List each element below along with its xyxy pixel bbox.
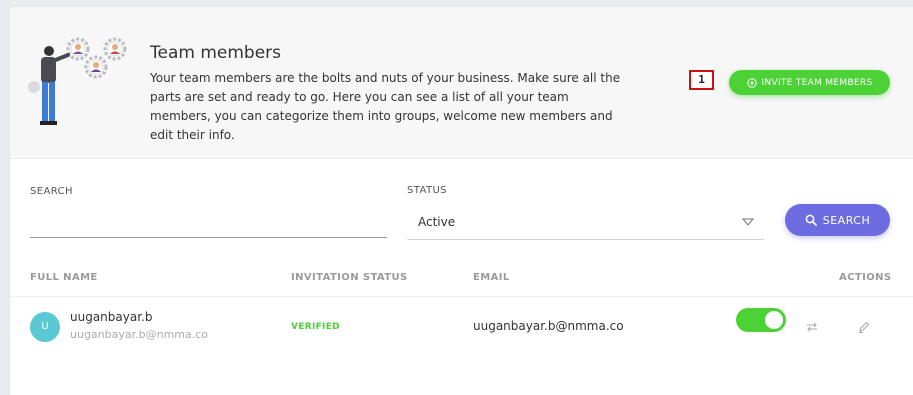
column-header-actions: ACTIONS — [839, 272, 892, 283]
invite-button-label: INVITE TEAM MEMBERS — [761, 77, 873, 88]
member-username: uuganbayar.b@nmma.co — [70, 328, 209, 341]
team-members-card: Team members Your team members are the b… — [9, 6, 913, 395]
page-description: Your team members are the bolts and nuts… — [150, 71, 621, 142]
search-label: SEARCH — [30, 186, 73, 197]
table-header-divider — [10, 296, 913, 297]
search-button-label: SEARCH — [822, 213, 871, 227]
avatar: U — [30, 312, 60, 342]
magnifier-icon — [805, 214, 817, 226]
search-button[interactable]: SEARCH — [785, 204, 890, 236]
edit-pencil-icon[interactable] — [857, 320, 871, 334]
plus-circle-icon — [746, 77, 757, 88]
search-input[interactable] — [30, 205, 387, 237]
toggle-knob — [765, 311, 783, 329]
status-label: STATUS — [407, 185, 447, 196]
status-select[interactable]: Active — [407, 208, 764, 240]
team-members-banner: Team members Your team members are the b… — [10, 7, 913, 159]
caret-down-icon — [742, 218, 754, 226]
active-toggle[interactable] — [736, 308, 786, 332]
step-number-badge: 1 — [689, 70, 714, 90]
team-illustration — [28, 37, 127, 125]
status-selected-value: Active — [418, 215, 456, 229]
search-input-underline — [30, 237, 387, 238]
column-header-full-name: FULL NAME — [30, 272, 98, 283]
column-header-email: EMAIL — [473, 272, 510, 283]
member-name: uuganbayar.b — [70, 310, 153, 324]
invitation-status-badge: VERIFIED — [291, 322, 340, 332]
invite-team-members-button[interactable]: INVITE TEAM MEMBERS — [729, 70, 890, 95]
column-header-invitation-status: INVITATION STATUS — [291, 272, 408, 283]
swap-icon[interactable] — [805, 320, 819, 334]
page-title: Team members — [150, 43, 282, 63]
member-email: uuganbayar.b@nmma.co — [473, 319, 624, 333]
